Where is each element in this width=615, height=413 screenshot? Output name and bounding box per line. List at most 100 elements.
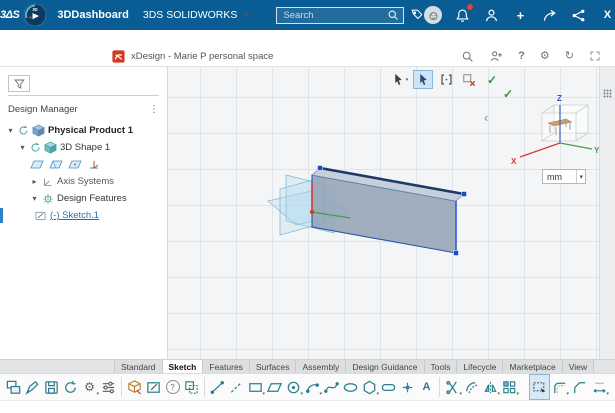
- tab-standard[interactable]: Standard: [114, 360, 163, 373]
- tab-marketplace[interactable]: Marketplace: [503, 360, 562, 373]
- trim-icon: [444, 379, 461, 396]
- help-icon[interactable]: ?: [518, 51, 525, 62]
- display-options-button[interactable]: [99, 375, 118, 399]
- avatar-face-icon: ☺: [427, 9, 440, 22]
- dimension-button[interactable]: ▾: [590, 375, 609, 399]
- plane-yz-icon[interactable]: [49, 159, 63, 170]
- origin-icon[interactable]: [87, 159, 101, 170]
- search-input[interactable]: [281, 9, 387, 22]
- tree-row-3d-shape[interactable]: ▾ 3D Shape 1: [0, 139, 167, 156]
- tree-filter-input[interactable]: [34, 77, 159, 91]
- trim-tool-button[interactable]: ▾: [443, 375, 462, 399]
- parallelogram-tool-button[interactable]: [265, 375, 284, 399]
- tree-row-design-features[interactable]: ▾ Design Features: [0, 190, 167, 207]
- tab-assembly[interactable]: Assembly: [296, 360, 346, 373]
- point-tool-button[interactable]: [398, 375, 417, 399]
- linear-pattern-button[interactable]: ▾: [500, 375, 519, 399]
- gear-icon[interactable]: ⚙: [540, 51, 550, 62]
- x-social-button[interactable]: X: [598, 6, 615, 24]
- triad-y-label: Y: [594, 146, 599, 155]
- notifications-button[interactable]: [453, 6, 471, 24]
- polygon-tool-button[interactable]: ▾: [360, 375, 379, 399]
- line-tool-button[interactable]: [208, 375, 227, 399]
- chamfer-icon: [571, 379, 588, 396]
- refresh-icon[interactable]: ↻: [565, 51, 574, 62]
- tree-row-sketch1[interactable]: (-) Sketch.1: [0, 207, 167, 224]
- circle-tool-button[interactable]: ▾: [284, 375, 303, 399]
- community-button[interactable]: [569, 6, 587, 24]
- arc-tool-button[interactable]: ▾: [303, 375, 322, 399]
- ellipse-tool-button[interactable]: [341, 375, 360, 399]
- plane-xy-icon[interactable]: [30, 159, 44, 170]
- help-button[interactable]: ?: [163, 375, 182, 399]
- plane-zx-icon[interactable]: [68, 159, 82, 170]
- convert-entities-button[interactable]: [182, 375, 201, 399]
- chevron-left-icon[interactable]: ‹: [484, 111, 488, 124]
- construction-line-button[interactable]: [227, 375, 246, 399]
- filter-type-button[interactable]: [8, 75, 30, 92]
- share-button[interactable]: [540, 6, 558, 24]
- update-button[interactable]: [61, 375, 80, 399]
- settings-button[interactable]: ⚙ ▾: [80, 375, 99, 399]
- spline-tool-button[interactable]: [322, 375, 341, 399]
- selection-filter-button[interactable]: [436, 70, 456, 89]
- accept-secondary-button[interactable]: ✓: [498, 84, 518, 103]
- tab-sketch[interactable]: Sketch: [163, 360, 204, 373]
- offset-icon: [463, 379, 480, 396]
- select-cursor-button[interactable]: ▾: [390, 70, 410, 89]
- app-title[interactable]: 3DDashboard: [57, 9, 129, 21]
- text-tool-button[interactable]: A: [417, 375, 436, 399]
- tree-row-physical-product[interactable]: ▾ Physical Product 1: [0, 122, 167, 139]
- screen: 3ΔS 3D 3DDashboard 3DS SOLIDWORKS ▾: [0, 0, 615, 411]
- offset-tool-button[interactable]: [462, 375, 481, 399]
- tree-label[interactable]: (-) Sketch.1: [50, 210, 99, 221]
- add-user-icon[interactable]: [489, 49, 503, 63]
- search-icon[interactable]: [461, 50, 474, 63]
- tree-label: Axis Systems: [57, 176, 114, 187]
- units-dropdown[interactable]: mm ▾: [542, 169, 586, 184]
- bookmark-tag-button[interactable]: [410, 8, 424, 22]
- tab-view[interactable]: View: [563, 360, 594, 373]
- expand-caret-icon[interactable]: ▾: [6, 126, 15, 135]
- fullscreen-icon[interactable]: [589, 50, 601, 62]
- edit-3d-shape-button[interactable]: [125, 375, 144, 399]
- check-icon: ✓: [487, 74, 497, 86]
- user-button[interactable]: [482, 6, 500, 24]
- chamfer-button[interactable]: [570, 375, 589, 399]
- add-button[interactable]: +: [511, 6, 529, 24]
- tab-features[interactable]: Features: [203, 360, 250, 373]
- panel-menu-icon[interactable]: ⋮: [149, 104, 159, 115]
- chevron-down-icon: ▾: [566, 391, 569, 397]
- search-icon[interactable]: [387, 9, 399, 21]
- style-painter-button[interactable]: [23, 375, 42, 399]
- box-select-button[interactable]: [413, 70, 433, 89]
- collapse-caret-icon[interactable]: ▸: [30, 177, 39, 186]
- slot-tool-button[interactable]: [379, 375, 398, 399]
- expand-caret-icon[interactable]: ▾: [18, 143, 27, 152]
- x-logo-icon: X: [604, 10, 611, 21]
- tab-surfaces[interactable]: Surfaces: [250, 360, 297, 373]
- save-button[interactable]: [42, 375, 61, 399]
- expand-caret-icon[interactable]: ▾: [30, 194, 39, 203]
- sketch-button[interactable]: [144, 375, 163, 399]
- edit-3d-shape-icon: [126, 379, 143, 396]
- platform-menu[interactable]: 3DS SOLIDWORKS ▾: [143, 9, 251, 21]
- remove-selection-button[interactable]: [459, 70, 479, 89]
- tree-row-axis-systems[interactable]: ▸ Axis Systems: [0, 173, 167, 190]
- rectangle-icon: [247, 379, 264, 396]
- apps-rail-icon[interactable]: [603, 89, 612, 98]
- mirror-tool-button[interactable]: ▾: [481, 375, 500, 399]
- 3ds-logo[interactable]: 3ΔS: [0, 0, 19, 30]
- tab-design-guidance[interactable]: Design Guidance: [346, 360, 424, 373]
- tab-tools[interactable]: Tools: [425, 360, 458, 373]
- rectangle-tool-button[interactable]: ▾: [246, 375, 265, 399]
- tab-lifecycle[interactable]: Lifecycle: [457, 360, 503, 373]
- compass-button[interactable]: 3D: [23, 2, 47, 28]
- box-select-tool-button[interactable]: [530, 375, 549, 399]
- viewport-3d[interactable]: Z X Y ▾: [168, 67, 599, 359]
- selection-indicator: [0, 208, 3, 223]
- avatar[interactable]: ☺: [424, 6, 442, 24]
- panel-title: Design Manager: [8, 104, 78, 115]
- sketch-fillet-button[interactable]: ▾: [550, 375, 569, 399]
- design-gallery-button[interactable]: [4, 375, 23, 399]
